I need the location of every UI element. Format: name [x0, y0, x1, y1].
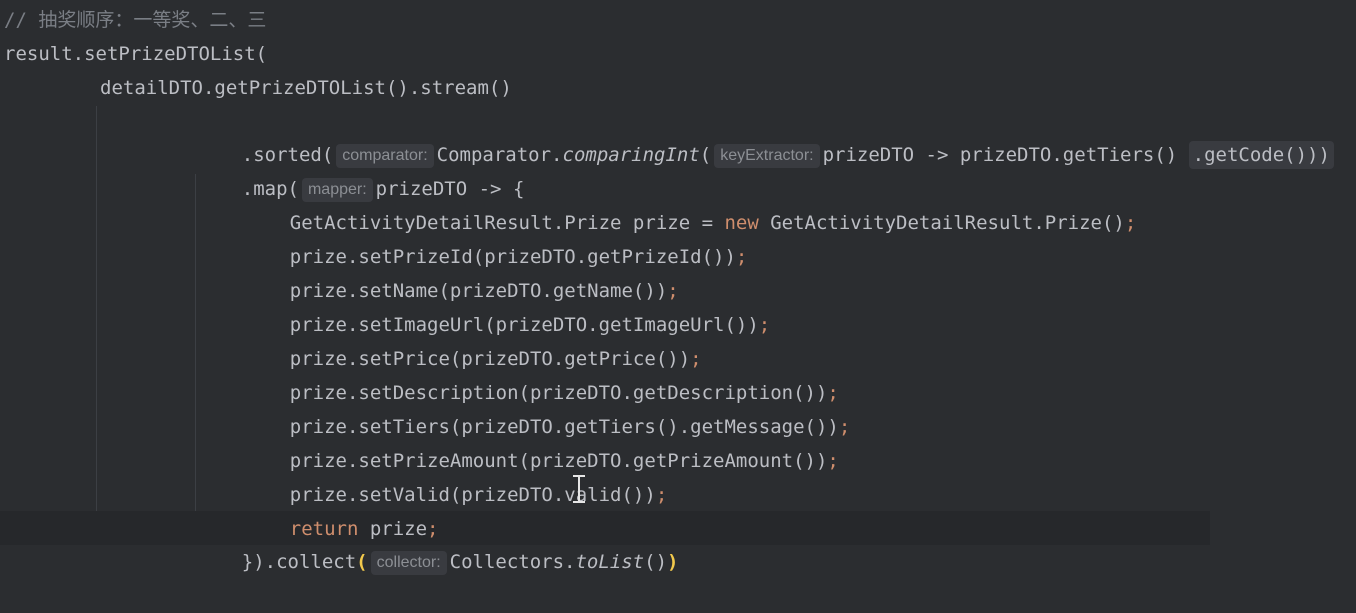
code-line[interactable]: result.setPrizeDTOList( [4, 37, 267, 71]
code-line[interactable]: GetActivityDetailResult.Prize prize = ne… [244, 172, 1137, 234]
code-line-collect[interactable]: }).collect(collector: Collectors.toList()… [196, 511, 678, 575]
semicolon-token: ; [655, 484, 668, 506]
code-token: GetActivityDetailResult.Prize() [758, 212, 1125, 234]
code-token: Collectors. [449, 551, 576, 573]
semicolon-token: ; [758, 314, 771, 336]
code-line[interactable]: prize.setDescription(prizeDTO.getDescrip… [244, 342, 839, 404]
matched-paren: ) [667, 551, 679, 573]
semicolon-token: ; [735, 246, 748, 268]
code-token-static-method: toList [575, 551, 645, 573]
semicolon-token: ; [827, 450, 839, 472]
code-line[interactable]: prize.setName(prizeDTO.getName()); [244, 240, 679, 302]
code-line[interactable]: prize.setImageUrl(prizeDTO.getImageUrl()… [244, 274, 770, 336]
code-line[interactable]: prize.setPrizeAmount(prizeDTO.getPrizeAm… [244, 410, 839, 472]
code-editor[interactable]: // 抽奖顺序：一等奖、二、三 result.setPrizeDTOList( … [0, 0, 1356, 575]
code-token: ( [699, 144, 712, 166]
code-line-sorted[interactable]: .sorted(comparator: Comparator.comparingI… [196, 104, 1334, 169]
indent-guide [96, 106, 97, 543]
code-line[interactable]: detailDTO.getPrizeDTOList().stream() [100, 71, 512, 105]
code-line[interactable]: prize.setTiers(prizeDTO.getTiers().getMe… [244, 376, 851, 438]
matched-paren: ( [356, 551, 368, 573]
text-cursor-icon [572, 475, 586, 503]
code-line-comment[interactable]: // 抽奖顺序：一等奖、二、三 [4, 3, 266, 37]
code-token: () [644, 551, 668, 573]
code-line-map[interactable]: .map(mapper: prizeDTO -> { [196, 138, 524, 202]
code-token: }).collect [241, 551, 357, 573]
parameter-hint: collector: [370, 551, 447, 575]
semicolon-token: ; [838, 416, 851, 438]
parameter-hint: keyExtractor: [714, 144, 820, 168]
code-line[interactable]: prize.setPrizeId(prizeDTO.getPrizeId()); [244, 206, 748, 268]
code-token: prizeDTO -> prizeDTO.getTiers() [822, 144, 1178, 166]
code-line[interactable]: prize.setPrice(prizeDTO.getPrice()); [244, 308, 702, 370]
semicolon-token: ; [1124, 212, 1137, 234]
code-line[interactable]: prize.setValid(prizeDTO.valid()); [244, 444, 668, 506]
code-line-return[interactable]: return prize; [244, 478, 439, 540]
inline-fold-hint[interactable]: .getCode())) [1188, 141, 1334, 169]
code-token-static-method: comparingInt [562, 144, 700, 166]
